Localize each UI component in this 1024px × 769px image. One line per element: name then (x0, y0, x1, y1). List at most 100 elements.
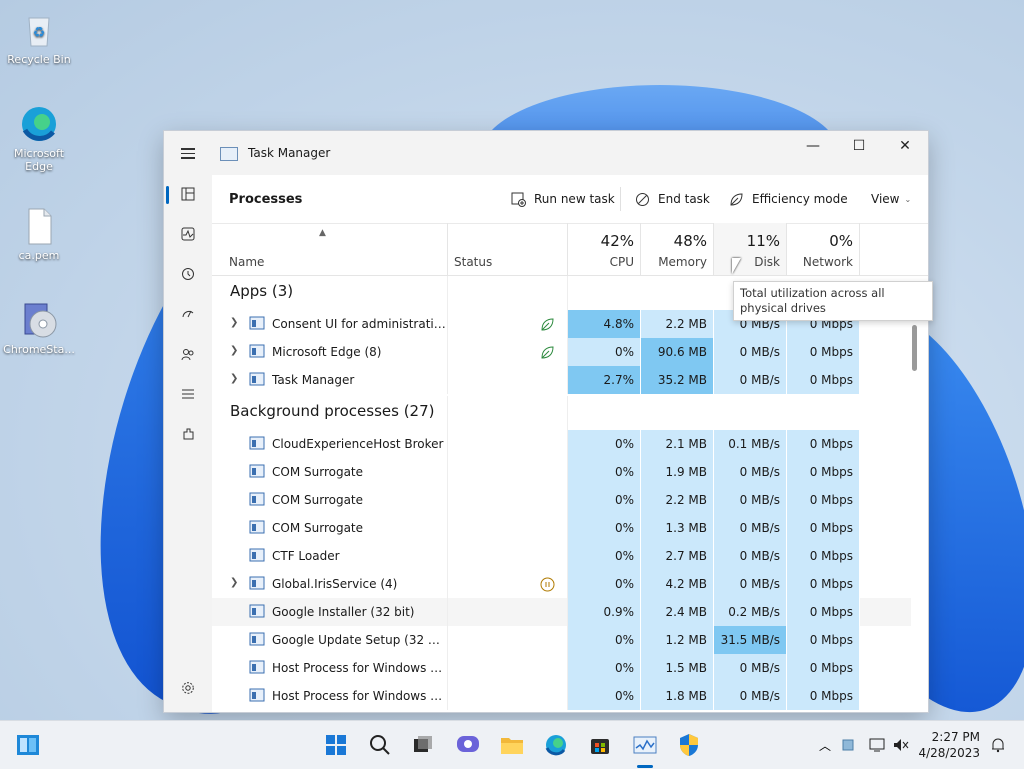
column-header-disk[interactable]: 11% Disk (714, 223, 787, 275)
process-disk-value: 0 MB/s (714, 570, 787, 598)
process-icon (249, 660, 265, 674)
title-bar[interactable]: Task Manager — ☐ ✕ (164, 131, 928, 175)
process-icon (249, 688, 265, 702)
process-row[interactable]: COM Surrogate 0% 1.3 MB 0 MB/s 0 Mbps (212, 514, 911, 542)
nav-app-history-icon[interactable] (176, 262, 200, 286)
column-header-memory[interactable]: 48% Memory (641, 223, 714, 275)
efficiency-leaf-icon (728, 191, 744, 207)
process-row[interactable]: Google Installer (32 bit) 0.9% 2.4 MB 0.2 M… (212, 598, 911, 626)
edge-taskbar-icon[interactable] (543, 732, 569, 758)
system-clock[interactable]: 2:27 PM 4/28/2023 (918, 729, 980, 761)
task-view-icon[interactable] (410, 732, 436, 758)
view-menu-button[interactable]: View ⌄ (871, 189, 911, 209)
widgets-icon[interactable] (15, 732, 41, 758)
taskbar: ︿ 2:27 PM 4/28/2023 (0, 720, 1024, 769)
desktop-icon-recycle-bin[interactable]: ♻ Recycle Bin (2, 10, 76, 66)
notification-icon[interactable] (985, 732, 1011, 758)
nav-processes-icon[interactable] (176, 182, 200, 206)
process-row[interactable]: ❯ Microsoft Edge (8) 0% 90.6 MB 0 MB/s 0 Mbps (212, 338, 911, 366)
process-name: COM Surrogate (272, 465, 364, 479)
process-memory-value: 1.9 MB (641, 458, 714, 486)
process-name: Consent UI for administrative ... (272, 317, 447, 331)
column-header-network[interactable]: 0% Network (787, 223, 860, 275)
memory-total-percent: 48% (673, 232, 707, 250)
cpu-total-percent: 42% (600, 232, 634, 250)
nav-services-icon[interactable] (176, 422, 200, 446)
expand-chevron-icon[interactable]: ❯ (230, 577, 238, 588)
task-manager-taskbar-icon[interactable] (632, 732, 658, 758)
efficiency-mode-button[interactable]: Efficiency mode (728, 189, 848, 209)
process-row[interactable]: Google Update Setup (32 bit) 0% 1.2 MB 31.5… (212, 626, 911, 654)
process-memory-value: 35.2 MB (641, 366, 714, 394)
file-explorer-icon[interactable] (499, 732, 525, 758)
process-memory-value: 2.1 MB (641, 430, 714, 458)
minimize-button[interactable]: — (790, 131, 836, 161)
column-memory-label: Memory (658, 255, 707, 269)
security-shield-icon[interactable] (676, 732, 702, 758)
process-name: Google Installer (32 bit) (272, 605, 415, 619)
nav-users-icon[interactable] (176, 342, 200, 366)
process-row[interactable]: COM Surrogate 0% 2.2 MB 0 MB/s 0 Mbps (212, 486, 911, 514)
expand-chevron-icon[interactable]: ❯ (230, 373, 238, 384)
clock-date: 4/28/2023 (918, 746, 980, 760)
process-name: COM Surrogate (272, 521, 364, 535)
end-task-button[interactable]: End task (634, 189, 710, 209)
maximize-button[interactable]: ☐ (836, 131, 882, 161)
process-name: Host Process for Windows Tasks (272, 661, 447, 675)
chevron-down-icon: ⌄ (904, 194, 912, 204)
hamburger-menu-icon[interactable] (181, 148, 195, 159)
process-row[interactable]: CTF Loader 0% 2.7 MB 0 MB/s 0 Mbps (212, 542, 911, 570)
process-disk-value: 0.2 MB/s (714, 598, 787, 626)
nav-performance-icon[interactable] (176, 222, 200, 246)
chat-icon[interactable] (455, 732, 481, 758)
expand-chevron-icon[interactable]: ❯ (230, 317, 238, 328)
process-disk-value: 0.1 MB/s (714, 430, 787, 458)
desktop-icon-label: Microsoft Edge (13, 147, 65, 173)
process-icon (249, 492, 265, 506)
column-header-name[interactable]: ▲ Name (212, 223, 448, 275)
desktop-icon-chrome-standalone[interactable]: ChromeSta... (2, 300, 76, 356)
column-header-cpu[interactable]: 42% CPU (568, 223, 641, 275)
efficiency-leaf-icon (539, 344, 555, 360)
process-name: Host Process for Windows Tasks (272, 689, 447, 703)
end-task-icon (634, 191, 650, 207)
nav-settings-gear-icon[interactable] (176, 676, 200, 700)
process-row[interactable]: COM Surrogate 0% 1.9 MB 0 MB/s 0 Mbps (212, 458, 911, 486)
process-icon (249, 372, 265, 386)
process-row[interactable]: ❯ Task Manager 2.7% 35.2 MB 0 MB/s 0 Mbps (212, 366, 911, 394)
process-disk-value: 0 MB/s (714, 458, 787, 486)
recycle-bin-icon: ♻ (19, 10, 59, 50)
column-header-status[interactable]: Status (448, 223, 568, 275)
desktop-icon-label: Recycle Bin (7, 53, 71, 66)
command-bar: Processes Run new task End task Efficien… (212, 175, 928, 224)
store-icon[interactable] (587, 732, 613, 758)
run-new-task-button[interactable]: Run new task (510, 189, 615, 209)
process-row[interactable]: Host Process for Windows Tasks 0% 1.5 MB 0 … (212, 654, 911, 682)
column-name-label: Name (229, 255, 265, 269)
disk-column-tooltip: Total utilization across all physical dr… (733, 281, 933, 321)
process-cpu-value: 0% (568, 626, 641, 654)
process-icon (249, 520, 265, 534)
process-row[interactable]: ❯ Global.IrisService (4) 0% 4.2 MB 0 MB/s 0 M… (212, 570, 911, 598)
process-network-value: 0 Mbps (787, 430, 860, 458)
run-new-task-label: Run new task (534, 192, 615, 206)
start-windows-icon[interactable] (323, 732, 349, 758)
expand-chevron-icon[interactable]: ❯ (230, 345, 238, 356)
close-button[interactable]: ✕ (882, 131, 928, 161)
tray-app-icon[interactable] (835, 732, 861, 758)
svg-text:♻: ♻ (33, 25, 46, 41)
process-row[interactable]: Host Process for Windows Tasks 0% 1.8 MB 0 … (212, 682, 911, 710)
group-header-background[interactable]: Background processes (27) (212, 396, 911, 430)
search-icon[interactable] (367, 732, 393, 758)
nav-startup-apps-icon[interactable] (176, 302, 200, 326)
process-cpu-value: 0% (568, 514, 641, 542)
desktop-icon-microsoft-edge[interactable]: Microsoft Edge (2, 104, 76, 173)
process-row[interactable]: CloudExperienceHost Broker 0% 2.1 MB 0.1 MB… (212, 430, 911, 458)
volume-muted-icon[interactable] (888, 732, 914, 758)
process-memory-value: 90.6 MB (641, 338, 714, 366)
nav-details-icon[interactable] (176, 382, 200, 406)
process-icon (249, 604, 265, 618)
network-monitor-icon[interactable] (864, 732, 890, 758)
vertical-scrollbar-thumb[interactable] (912, 325, 917, 371)
desktop-icon-ca-pem[interactable]: ca.pem (2, 206, 76, 262)
